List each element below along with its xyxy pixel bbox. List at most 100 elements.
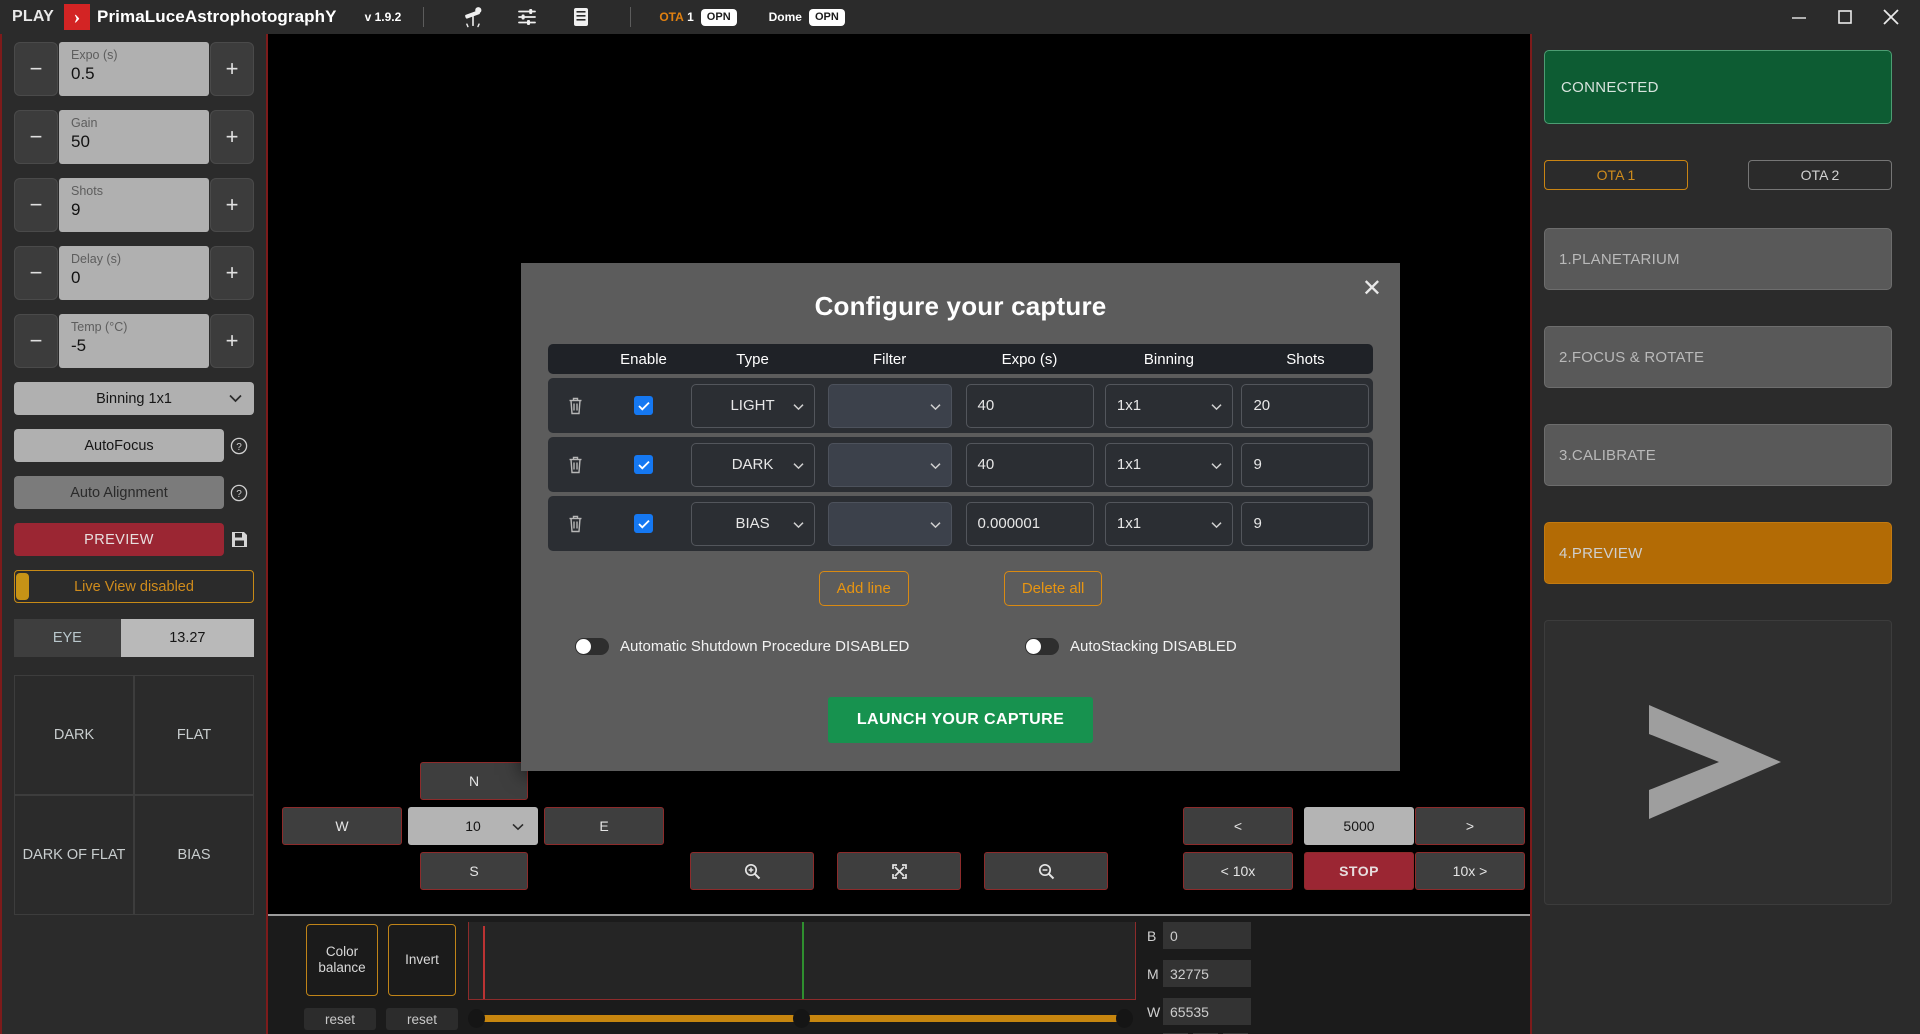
focus-prev-10x-button[interactable]: < 10x <box>1183 852 1293 890</box>
expo-input[interactable]: 0.000001 <box>965 501 1094 546</box>
mount-west-button[interactable]: W <box>282 807 402 845</box>
increment-button[interactable]: + <box>210 246 254 300</box>
delete-all-button[interactable]: Delete all <box>1003 571 1103 606</box>
color-balance-button[interactable]: Color balance <box>306 924 378 996</box>
help-icon[interactable]: ? <box>224 484 254 502</box>
decrement-button[interactable]: − <box>14 314 58 368</box>
shots-input[interactable]: 9 <box>1241 442 1370 487</box>
delay-input[interactable]: Delay (s) 0 <box>59 246 209 300</box>
type-select[interactable]: LIGHT <box>690 383 815 428</box>
enable-checkbox[interactable] <box>634 455 654 474</box>
invert-reset-button[interactable]: reset <box>386 1008 458 1030</box>
focus-next-button[interactable]: > <box>1415 807 1525 845</box>
add-line-button[interactable]: Add line <box>818 571 909 606</box>
invert-button[interactable]: Invert <box>388 924 456 996</box>
connection-status-badge[interactable]: CONNECTED <box>1544 50 1892 124</box>
step-button-calibrate[interactable]: 3.CALIBRATE <box>1544 424 1892 486</box>
mount-east-button[interactable]: E <box>544 807 664 845</box>
increment-button[interactable]: + <box>210 314 254 368</box>
binning-select[interactable]: 1x1 <box>1104 501 1233 546</box>
temp-input[interactable]: Temp (°C) -5 <box>59 314 209 368</box>
levels-slider-black-knob[interactable] <box>468 1009 485 1028</box>
shots-input[interactable]: 20 <box>1241 383 1370 428</box>
expo-input[interactable]: 40 <box>965 442 1094 487</box>
mid-point-input[interactable]: 32775 <box>1163 960 1251 987</box>
increment-button[interactable]: + <box>210 178 254 232</box>
calibration-flat[interactable]: FLAT <box>134 675 254 795</box>
filter-select[interactable] <box>827 442 952 487</box>
calibration-dark[interactable]: DARK <box>14 675 134 795</box>
tab-ota-2[interactable]: OTA 2 <box>1748 160 1892 190</box>
delete-row-button[interactable] <box>548 396 602 415</box>
tab-ota-1[interactable]: OTA 1 <box>1544 160 1688 190</box>
device-status-ota1[interactable]: OTA 1 OPN <box>659 8 737 26</box>
maximize-icon[interactable] <box>1822 0 1868 34</box>
delete-row-button[interactable] <box>548 455 602 474</box>
type-select[interactable]: BIAS <box>690 501 815 546</box>
black-point-input[interactable]: 0 <box>1163 922 1251 949</box>
filter-select[interactable] <box>827 383 952 428</box>
focus-prev-button[interactable]: < <box>1183 807 1293 845</box>
delete-row-button[interactable] <box>548 514 602 533</box>
log-icon[interactable] <box>568 4 594 30</box>
focus-position-value[interactable]: 5000 <box>1304 807 1414 845</box>
focus-next-10x-button[interactable]: 10x > <box>1415 852 1525 890</box>
help-icon[interactable]: ? <box>224 437 254 455</box>
mount-south-button[interactable]: S <box>420 852 528 890</box>
close-icon[interactable] <box>1868 0 1914 34</box>
binning-select[interactable]: 1x1 <box>1104 383 1233 428</box>
zoom-out-button[interactable] <box>984 852 1108 890</box>
step-button-focus-rotate[interactable]: 2.FOCUS & ROTATE <box>1544 326 1892 388</box>
histogram-plot[interactable] <box>468 922 1136 1000</box>
eye-value[interactable]: 13.27 <box>120 619 254 657</box>
close-icon[interactable]: ✕ <box>1362 277 1382 301</box>
focus-stop-button[interactable]: STOP <box>1304 852 1414 890</box>
decrement-button[interactable]: − <box>14 110 58 164</box>
save-icon[interactable] <box>224 531 254 548</box>
shutdown-toggle[interactable] <box>575 638 609 655</box>
histogram-black-marker[interactable] <box>483 926 485 999</box>
binning-select[interactable]: Binning 1x1 <box>14 382 254 415</box>
binning-select[interactable]: 1x1 <box>1104 442 1233 487</box>
type-select[interactable]: DARK <box>690 442 815 487</box>
shots-input[interactable]: Shots 9 <box>59 178 209 232</box>
zoom-in-button[interactable] <box>690 852 814 890</box>
calibration-dark-of-flat[interactable]: DARK OF FLAT <box>14 795 134 915</box>
step-button-planetarium[interactable]: 1.PLANETARIUM <box>1544 228 1892 290</box>
auto-alignment-button[interactable]: Auto Alignment <box>14 476 224 509</box>
shots-input[interactable]: 9 <box>1241 501 1370 546</box>
color-balance-reset-button[interactable]: reset <box>304 1008 376 1030</box>
enable-checkbox[interactable] <box>634 396 654 415</box>
increment-button[interactable]: + <box>210 42 254 96</box>
mid-point-row: M 32775 <box>1147 960 1251 987</box>
preview-button[interactable]: PREVIEW <box>14 523 224 556</box>
autofocus-button[interactable]: AutoFocus <box>14 429 224 462</box>
device-status-dome[interactable]: Dome OPN <box>769 8 845 26</box>
decrement-button[interactable]: − <box>14 42 58 96</box>
expo-input[interactable]: 40 <box>965 383 1094 428</box>
launch-capture-button[interactable]: LAUNCH YOUR CAPTURE <box>827 697 1094 743</box>
white-point-input[interactable]: 65535 <box>1163 998 1251 1025</box>
mount-north-button[interactable]: N <box>420 762 528 800</box>
decrement-button[interactable]: − <box>14 178 58 232</box>
histogram-mid-marker[interactable] <box>802 922 804 999</box>
fit-screen-button[interactable] <box>837 852 961 890</box>
mount-step-select[interactable]: 10 <box>408 807 538 845</box>
levels-slider-white-knob[interactable] <box>1116 1009 1133 1028</box>
decrement-button[interactable]: − <box>14 246 58 300</box>
telescope-icon[interactable] <box>460 4 486 30</box>
enable-checkbox[interactable] <box>634 514 654 533</box>
filter-select[interactable] <box>827 501 952 546</box>
expo-input[interactable]: Expo (s) 0.5 <box>59 42 209 96</box>
sliders-icon[interactable] <box>514 4 540 30</box>
levels-slider-mid-knob[interactable] <box>793 1009 810 1028</box>
eye-label[interactable]: EYE <box>14 619 121 657</box>
gain-input[interactable]: Gain 50 <box>59 110 209 164</box>
calibration-bias[interactable]: BIAS <box>134 795 254 915</box>
minimize-icon[interactable] <box>1776 0 1822 34</box>
step-button-preview[interactable]: 4.PREVIEW <box>1544 522 1892 584</box>
live-view-toggle[interactable]: Live View disabled <box>14 570 254 603</box>
increment-button[interactable]: + <box>210 110 254 164</box>
color-balance-label-2: balance <box>318 960 366 975</box>
autostacking-toggle[interactable] <box>1025 638 1059 655</box>
